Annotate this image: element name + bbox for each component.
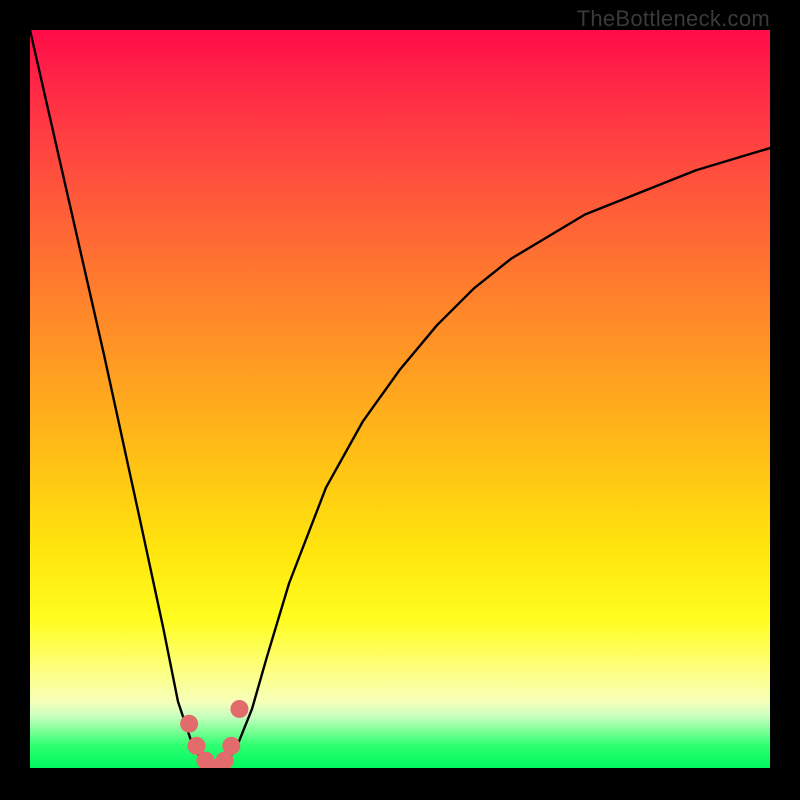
highlight-marker: [222, 737, 240, 755]
highlighted-points: [180, 700, 248, 768]
curve-svg: [30, 30, 770, 768]
bottleneck-curve: [30, 30, 770, 768]
plot-area: [30, 30, 770, 768]
highlight-marker: [230, 700, 248, 718]
chart-container: TheBottleneck.com: [0, 0, 800, 800]
highlight-marker: [180, 715, 198, 733]
watermark-text: TheBottleneck.com: [577, 6, 770, 32]
